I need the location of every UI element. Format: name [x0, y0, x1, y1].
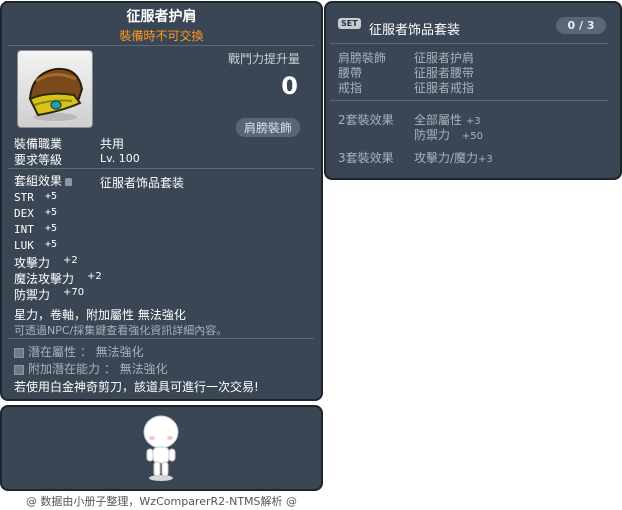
divider — [8, 168, 314, 169]
set-effect-2-label: 2套裝效果 — [338, 113, 394, 127]
set-effect-value: 征服者饰品套装 — [100, 176, 185, 190]
power-label: 戰鬥力提升量 — [227, 52, 300, 66]
set-member-slot: 戒指 — [338, 81, 363, 95]
set-member-item: 征服者戒指 — [414, 81, 475, 95]
stat-row: 魔法攻擊力 +2 — [14, 271, 102, 286]
slot-badge: 肩膀裝飾 — [235, 118, 300, 137]
checkbox-icon — [14, 347, 24, 358]
level-label: 要求等級 — [14, 153, 63, 167]
footer-credit: @ 数据由小册子整理，WzComparerR2-NTMS解析 @ — [25, 495, 298, 508]
enhance-hint: 可透過NPC/採集鍵查看強化資訊詳細內容。 — [14, 324, 228, 337]
item-icon-frame — [17, 50, 93, 128]
job-label: 裝備職業 — [14, 137, 63, 151]
trade-note: 若使用白金神奇剪刀，該道具可進行一次交易! — [14, 380, 259, 394]
set-effect-label: 套組效果 — [14, 172, 73, 189]
stat-row: 防禦力 +70 — [14, 287, 85, 302]
set-effect-line: 防禦力 +50 — [414, 128, 483, 142]
set-badge: SET — [338, 18, 361, 29]
checkbox-icon — [14, 364, 24, 375]
job-value: 共用 — [100, 137, 125, 151]
stat-row: LUK +5 — [14, 239, 58, 252]
set-count: 0 / 3 — [556, 17, 606, 34]
additional-potential-row: 附加潛在能力 ： 無法強化 — [14, 360, 168, 377]
set-effect-line: 攻擊力/魔力+3 — [414, 151, 493, 165]
item-name: 征服者护肩 — [126, 9, 197, 25]
stat-row: 攻擊力 +2 — [14, 255, 78, 270]
stat-row: DEX +5 — [14, 207, 58, 220]
divider — [330, 43, 608, 44]
level-value: Lv. 100 — [100, 152, 140, 165]
divider — [330, 100, 608, 101]
shoulder-armor-icon — [28, 67, 84, 121]
set-name: 征服者饰品套装 — [369, 23, 461, 38]
potential-row: 潛在屬性 ： 無法強化 — [14, 343, 144, 360]
power-value: 0 — [281, 72, 298, 100]
divider — [8, 45, 314, 46]
divider — [8, 338, 314, 339]
stat-row: INT +5 — [14, 223, 58, 236]
set-effect-3-label: 3套裝效果 — [338, 151, 394, 165]
character-avatar — [143, 415, 179, 481]
stat-row: STR +5 — [14, 191, 58, 204]
lock-icon — [65, 177, 73, 186]
enhance-line: 星力，卷軸，附加屬性 無法強化 — [14, 308, 186, 322]
untradeable-notice: 裝備時不可交換 — [119, 29, 204, 43]
